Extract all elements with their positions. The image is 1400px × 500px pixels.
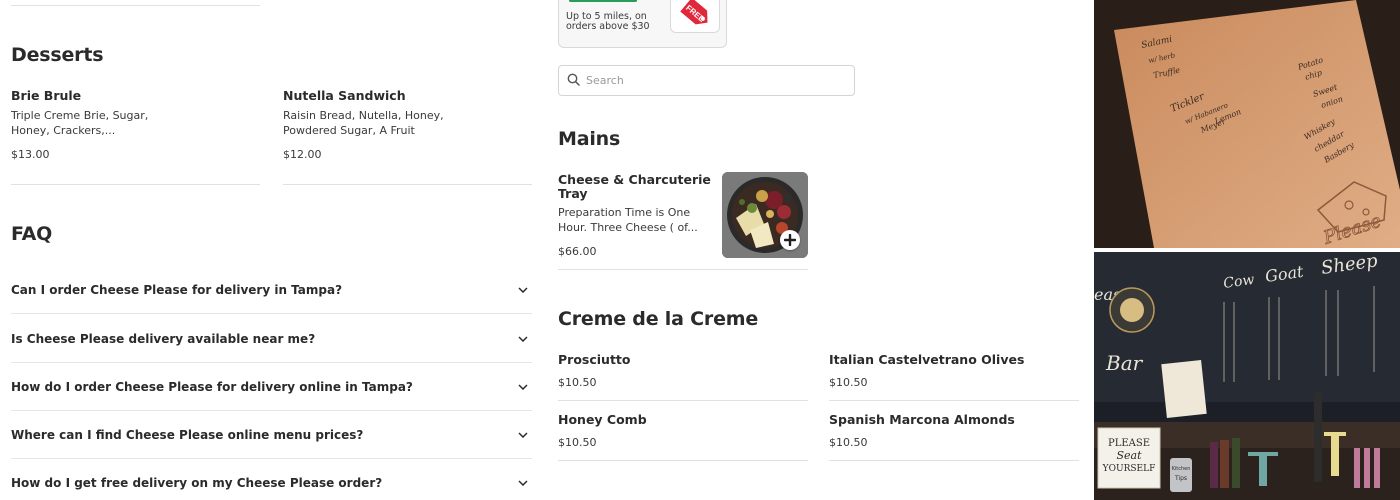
divider bbox=[829, 400, 1079, 401]
chevron-down-icon bbox=[516, 283, 530, 297]
faq-item[interactable]: Is Cheese Please delivery available near… bbox=[11, 315, 532, 363]
faq-question: Where can I find Cheese Please online me… bbox=[11, 427, 364, 442]
store-photo-bar: Cow Goat Sheep Bar ease PLEASE Seat YOUR… bbox=[1094, 252, 1400, 500]
item-price: $10.50 bbox=[558, 376, 597, 389]
faq-question: Is Cheese Please delivery available near… bbox=[11, 331, 316, 346]
chevron-down-icon bbox=[516, 380, 530, 394]
faq-item[interactable]: How do I order Cheese Please for deliver… bbox=[11, 363, 532, 411]
item-price: $12.00 bbox=[283, 148, 322, 161]
item-price: $10.50 bbox=[829, 436, 868, 449]
item-name: Prosciutto bbox=[558, 352, 631, 367]
item-description-line2: Powdered Sugar, A Fruit bbox=[283, 124, 415, 137]
faq-question: How do I get free delivery on my Cheese … bbox=[11, 476, 383, 490]
svg-text:Tips: Tips bbox=[1174, 475, 1187, 482]
item-name: Nutella Sandwich bbox=[283, 88, 406, 103]
item-price: $66.00 bbox=[558, 245, 597, 258]
item-description-line1: Raisin Bread, Nutella, Honey, bbox=[283, 109, 444, 122]
svg-text:Kitchen: Kitchen bbox=[1172, 466, 1191, 472]
add-to-cart-button[interactable] bbox=[780, 230, 800, 250]
divider bbox=[558, 400, 808, 401]
svg-text:PLEASE: PLEASE bbox=[1108, 438, 1150, 449]
faq-item[interactable]: Can I order Cheese Please for delivery i… bbox=[11, 266, 532, 314]
svg-text:Seat: Seat bbox=[1116, 449, 1142, 462]
mains-section-title: Mains bbox=[558, 128, 621, 150]
faq-section-title: FAQ bbox=[11, 223, 53, 245]
item-name: Italian Castelvetrano Olives bbox=[829, 352, 1025, 367]
item-description-line1: Triple Creme Brie, Sugar, bbox=[11, 109, 149, 122]
divider bbox=[558, 460, 808, 461]
divider bbox=[283, 184, 532, 185]
chevron-down-icon bbox=[516, 332, 530, 346]
creme-de-la-creme-section-title: Creme de la Creme bbox=[558, 308, 759, 330]
item-price: $10.50 bbox=[558, 436, 597, 449]
faq-item[interactable]: How do I get free delivery on my Cheese … bbox=[11, 459, 532, 500]
item-name: Honey Comb bbox=[558, 412, 647, 427]
item-price: $10.50 bbox=[829, 376, 868, 389]
faq-item[interactable]: Where can I find Cheese Please online me… bbox=[11, 411, 532, 459]
svg-text:YOURSELF: YOURSELF bbox=[1102, 464, 1156, 474]
free-tag-icon: FREE bbox=[670, 0, 720, 33]
search-input[interactable] bbox=[586, 74, 826, 87]
item-description-line2: Hour. Three Cheese ( of... bbox=[558, 221, 698, 234]
free-delivery-promo-card[interactable]: Up to 5 miles, on orders above $30 FREE bbox=[558, 0, 727, 48]
item-description-line1: Preparation Time is One bbox=[558, 206, 691, 219]
item-name-line1: Cheese & Charcuterie bbox=[558, 172, 711, 187]
divider bbox=[11, 5, 260, 6]
promo-text-line2: orders above $30 bbox=[566, 21, 650, 32]
store-photo-menu-paper: Salami w/ herb Truffle Potato chip Sweet… bbox=[1094, 0, 1400, 248]
svg-text:Bar: Bar bbox=[1105, 351, 1144, 375]
divider bbox=[11, 184, 260, 185]
search-icon bbox=[567, 71, 580, 90]
search-box[interactable] bbox=[558, 65, 855, 96]
faq-question: How do I order Cheese Please for deliver… bbox=[11, 379, 413, 394]
item-price: $13.00 bbox=[11, 148, 50, 161]
promo-progress-bar bbox=[569, 0, 637, 2]
item-name: Brie Brule bbox=[11, 88, 82, 103]
desserts-section-title: Desserts bbox=[11, 44, 104, 66]
plus-icon bbox=[783, 231, 797, 250]
item-description-line2: Honey, Crackers,... bbox=[11, 124, 116, 137]
chevron-down-icon bbox=[516, 476, 530, 490]
item-name-line2: Tray bbox=[558, 186, 588, 201]
divider bbox=[558, 269, 808, 270]
promo-text: Up to 5 miles, on orders above $30 bbox=[566, 12, 656, 32]
item-name: Spanish Marcona Almonds bbox=[829, 412, 1015, 427]
faq-question: Can I order Cheese Please for delivery i… bbox=[11, 282, 343, 297]
divider bbox=[829, 460, 1079, 461]
chevron-down-icon bbox=[516, 428, 530, 442]
